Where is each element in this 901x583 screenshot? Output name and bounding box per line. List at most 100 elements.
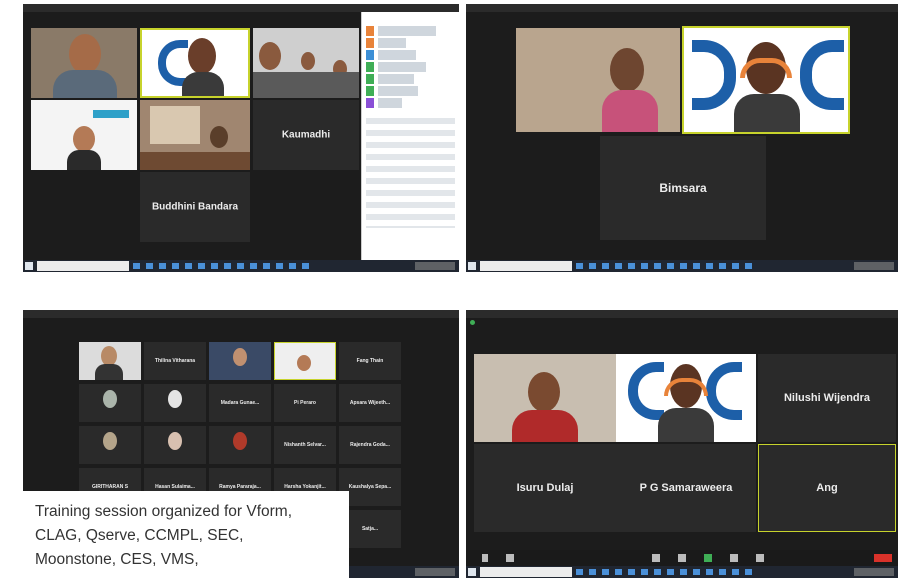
room-window — [150, 106, 200, 144]
caption-line-3: Moonstone, CES, VMS, — [35, 551, 199, 568]
mute-button[interactable] — [482, 554, 488, 562]
participant-name: Fang Thain — [356, 358, 384, 364]
participant-name: Ang — [816, 482, 838, 494]
video-button[interactable] — [506, 554, 514, 562]
video-tile — [253, 28, 359, 98]
participants-panel — [361, 12, 459, 260]
participant-name: Isuru Dulaj — [516, 482, 574, 494]
participant-name: Rajendra Goda... — [350, 442, 390, 448]
participant-shirt — [512, 410, 578, 442]
taskbar-app-icons[interactable] — [133, 263, 313, 269]
brand-logo-c — [692, 40, 736, 110]
video-tile-active — [616, 354, 756, 442]
participant-row[interactable] — [366, 98, 455, 108]
brand-logo-c — [628, 362, 664, 420]
participant-face — [188, 38, 216, 74]
taskbar-search-input[interactable] — [480, 567, 572, 577]
video-tile: Nilushi Wijendra — [758, 354, 896, 442]
video-tile — [516, 28, 680, 132]
video-tile: Nishanth Selvar... — [274, 426, 336, 464]
taskbar-search-input[interactable] — [37, 261, 129, 271]
participant-row[interactable] — [366, 86, 455, 96]
participant-name: Kaumadhi — [281, 129, 331, 141]
participant-face — [69, 34, 101, 74]
participant-avatar — [168, 390, 182, 408]
chat-button[interactable] — [678, 554, 686, 562]
taskbar-clock — [854, 568, 894, 576]
video-tile-active: Ang — [758, 444, 896, 532]
taskbar — [466, 566, 898, 578]
participant-face — [528, 372, 560, 412]
video-tile: Thilina Vitharana — [144, 342, 206, 380]
video-tile — [140, 100, 250, 170]
taskbar — [466, 260, 898, 272]
taskbar-search-input[interactable] — [480, 261, 572, 271]
taskbar-clock — [415, 568, 455, 576]
windows-start-icon[interactable] — [468, 262, 476, 270]
participant-face — [73, 126, 95, 152]
reactions-button[interactable] — [756, 554, 764, 562]
participant-name: Bimsara — [659, 181, 707, 195]
taskbar-app-icons[interactable] — [576, 569, 756, 575]
video-tile: P G Samaraweera — [616, 444, 756, 532]
video-tile-active — [682, 26, 850, 134]
record-button[interactable] — [730, 554, 738, 562]
participant-shirt — [53, 70, 117, 98]
video-tile — [79, 384, 141, 422]
windows-start-icon[interactable] — [468, 568, 476, 576]
participant-name: Thilina Vitharana — [154, 358, 196, 364]
room-table — [140, 152, 250, 170]
participant-row[interactable] — [366, 26, 455, 36]
participant-name: Buddhini Bandara — [151, 201, 239, 213]
video-tile: Fang Thain — [339, 342, 401, 380]
windows-start-icon[interactable] — [25, 262, 33, 270]
participant-row[interactable] — [366, 74, 455, 84]
participant-row[interactable] — [366, 62, 455, 72]
participant-shirt — [658, 408, 714, 442]
participant-row[interactable] — [366, 38, 455, 48]
video-tile: Madara Gunae... — [209, 384, 271, 422]
group-bodies — [253, 72, 359, 98]
participant-name: Hasan Sulaima... — [155, 484, 195, 490]
video-tile — [209, 342, 271, 380]
participant-shirt — [182, 72, 224, 96]
participant-shirt — [95, 364, 123, 380]
taskbar — [23, 260, 459, 272]
participant-name: Nilushi Wijendra — [783, 392, 871, 404]
video-tile — [31, 100, 137, 170]
video-tile — [144, 426, 206, 464]
meeting-info-icon[interactable] — [470, 320, 475, 325]
screenshot-meeting-2: Bimsara — [466, 4, 898, 272]
video-tile: Pi Peraro — [274, 384, 336, 422]
chat-area — [366, 118, 455, 228]
participant-shirt — [734, 94, 800, 132]
video-tile: Isuru Dulaj — [474, 444, 616, 532]
participant-row[interactable] — [366, 50, 455, 60]
video-tile: Kaumadhi — [253, 100, 359, 170]
video-tile: Buddhini Bandara — [140, 172, 250, 242]
brand-logo-c — [706, 362, 742, 420]
screenshot-meeting-4: Nilushi Wijendra Isuru Dulaj P G Samaraw… — [466, 310, 898, 578]
participant-shirt — [602, 90, 658, 132]
caption-line-2: CLAG, Qserve, CCMPL, SEC, — [35, 527, 244, 544]
video-tile: Bimsara — [600, 136, 766, 240]
participant-name: GIRITHARAN S — [91, 484, 129, 490]
participant-name: Ramya Pararaja... — [219, 484, 261, 490]
participant-name: Nishanth Selvar... — [284, 442, 326, 448]
taskbar-app-icons[interactable] — [576, 263, 756, 269]
taskbar-clock — [854, 262, 894, 270]
brand-text — [93, 110, 129, 118]
video-tile — [474, 354, 616, 442]
end-meeting-button[interactable] — [874, 554, 892, 562]
video-tile — [209, 426, 271, 464]
participants-button[interactable] — [652, 554, 660, 562]
caption-box: Training session organized for Vform, CL… — [23, 491, 349, 583]
participant-name: Kaushalya Sepa... — [348, 484, 392, 490]
participant-name: Pi Peraro — [294, 400, 316, 406]
participant-avatar — [103, 390, 117, 408]
participant-face — [610, 48, 644, 92]
video-tile: Apsara Wijeeth... — [339, 384, 401, 422]
window-titlebar — [23, 310, 459, 318]
share-screen-button[interactable] — [704, 554, 712, 562]
participant-name: P G Samaraweera — [639, 482, 733, 494]
